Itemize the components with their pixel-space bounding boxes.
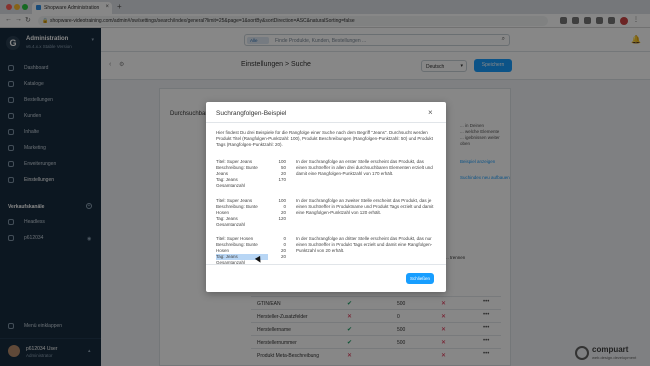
watermark-subtitle: web.design.development — [592, 355, 637, 360]
example-description: In der Suchrangfolge an dritter Stelle e… — [296, 236, 433, 253]
example-value: 170 — [278, 177, 286, 182]
example-labels: Titel: Super Jeans Beschreibung: Bunte J… — [216, 159, 268, 189]
example-labels: Titel: Super Jeans Beschreibung: Bunte H… — [216, 198, 268, 228]
example-value: 120 — [278, 216, 286, 221]
example-value: 20 — [280, 254, 286, 259]
modal-title: Suchrangfolgen-Beispiel — [216, 110, 287, 117]
example-label: Beschreibung: Bunte Hosen — [216, 242, 258, 253]
example-description: In der Suchrangfolge an zweiter Stelle e… — [296, 198, 434, 215]
example-description: In der Suchrangfolge an erster Stelle er… — [296, 159, 433, 176]
example-values: 0 0 20 20 — [272, 236, 286, 260]
watermark: compuart web.design.development — [575, 343, 647, 363]
example-values: 100 50 20 170 — [272, 159, 286, 183]
screen: Shopware Administration × + ← → ↻ 🔒 shop… — [0, 0, 650, 366]
example-label: Beschreibung: Bunte Hosen — [216, 204, 258, 215]
divider — [206, 264, 446, 265]
search-ranking-example-modal: Suchrangfolgen-Beispiel × Hier findest D… — [206, 102, 446, 292]
ranking-example: Titel: Super Jeans Beschreibung: Bunte J… — [216, 159, 438, 191]
ranking-example: Titel: Super Jeans Beschreibung: Bunte H… — [216, 198, 438, 230]
example-label: Gesamtanzahl — [216, 183, 246, 188]
modal-intro: Hier findest Du drei Beispiele für die R… — [216, 130, 433, 147]
watermark-name: compuart — [592, 345, 629, 354]
compuart-logo-icon — [575, 346, 589, 360]
divider — [206, 122, 446, 123]
close-button[interactable]: Schließen — [406, 273, 434, 284]
example-values: 100 0 20 120 — [272, 198, 286, 222]
example-label: Beschreibung: Bunte Jeans — [216, 165, 258, 176]
example-label: Gesamtanzahl — [216, 222, 246, 227]
close-icon[interactable]: × — [428, 108, 433, 117]
